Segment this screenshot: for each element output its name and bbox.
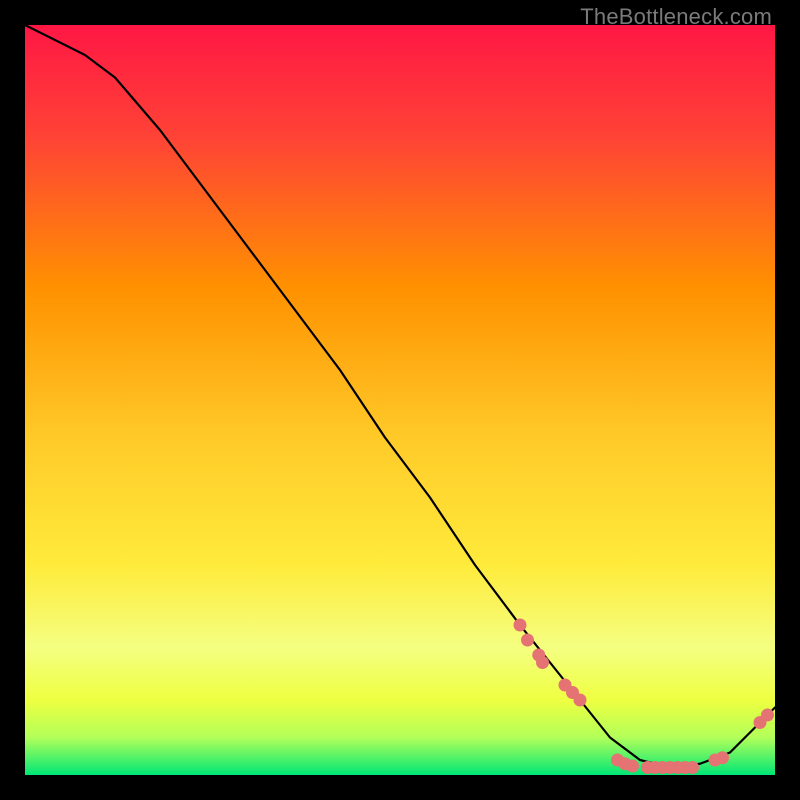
data-point [514, 619, 527, 632]
data-point [536, 656, 549, 669]
data-point [716, 751, 729, 764]
data-point [521, 634, 534, 647]
gradient-background [25, 25, 775, 775]
data-point [574, 694, 587, 707]
chart-svg [25, 25, 775, 775]
chart-container: TheBottleneck.com [0, 0, 800, 800]
plot-area [25, 25, 775, 775]
data-point [626, 760, 639, 773]
data-point [761, 709, 774, 722]
data-point [686, 761, 699, 774]
